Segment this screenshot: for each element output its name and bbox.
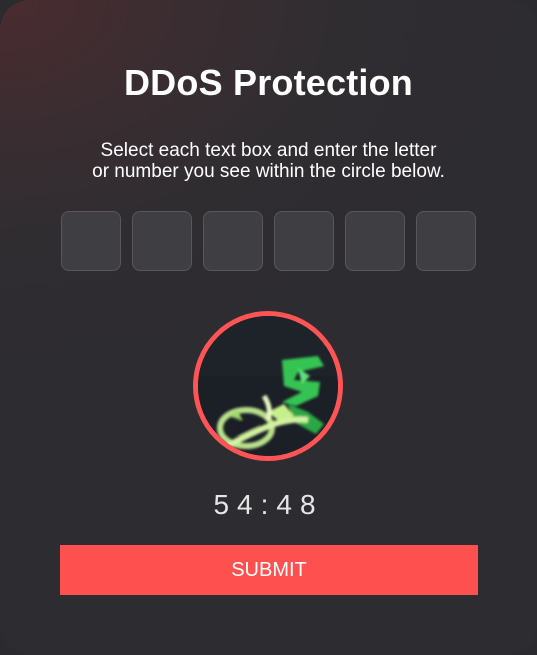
captcha-char-input-3[interactable]: [203, 211, 263, 271]
captcha-char-input-1[interactable]: [61, 211, 121, 271]
submit-button[interactable]: SUBMIT: [60, 545, 478, 595]
captcha-character-image: [198, 316, 338, 456]
instructions-text: Select each text box and enter the lette…: [60, 140, 477, 182]
ddos-protection-card: DDoS Protection Select each text box and…: [0, 0, 537, 655]
captcha-char-input-6[interactable]: [416, 211, 476, 271]
captcha-char-input-4[interactable]: [274, 211, 334, 271]
countdown-timer: 54:48: [213, 489, 324, 520]
page-title: DDoS Protection: [123, 62, 413, 103]
captcha-image-circle: [193, 311, 343, 461]
captcha-input-group: [61, 211, 479, 271]
captcha-char-input-2[interactable]: [132, 211, 192, 271]
captcha-char-input-5[interactable]: [345, 211, 405, 271]
instructions-line-1: Select each text box and enter the lette…: [100, 140, 437, 161]
instructions-line-2: or number you see within the circle belo…: [92, 161, 445, 182]
